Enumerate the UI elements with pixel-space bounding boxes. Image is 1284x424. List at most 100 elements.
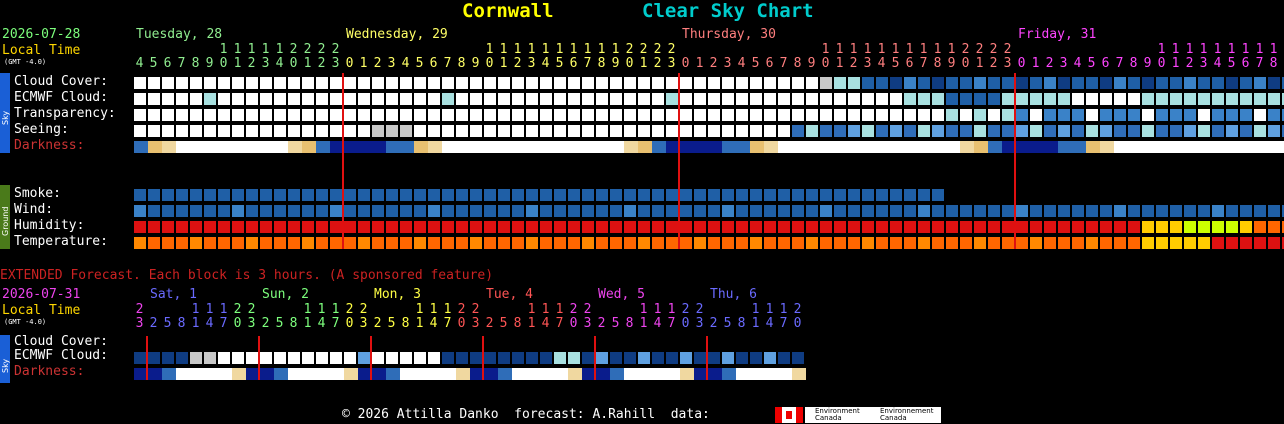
ground-row-0-block [624,189,636,201]
ext-hour-ones-digit: 2 [485,316,494,331]
hour-ones-digit: 2 [373,56,382,71]
sky-row-3-block [218,125,230,137]
ext-cloud-block [624,352,636,364]
sky-row-0-block [596,77,608,89]
ground-row-0-block [778,189,790,201]
ground-row-3-block [484,237,496,249]
sky-row-4-block [708,141,722,153]
ext-cloud-block [400,352,412,364]
sky-row-3-block [554,125,566,137]
ext-hour-ones-digit: 5 [163,316,172,331]
sky-row-1-block [932,93,944,105]
hour-tens-digit: 1 [247,42,256,57]
sky-row-4-block [1156,141,1170,153]
sky-row-2-block [792,109,804,121]
sky-row-4-block [596,141,610,153]
hour-tens-digit: 1 [877,42,886,57]
ground-row-1-block [190,205,202,217]
ground-row-2-block [512,221,524,233]
location-title: Cornwall [462,0,554,22]
ext-darkness-block [302,368,316,380]
ground-row-1-block [512,205,524,217]
ground-row-1-block [176,205,188,217]
hour-ones-digit: 5 [1087,56,1096,71]
ground-row-1-block [1100,205,1112,217]
ext-hour-ones-digit: 1 [191,316,200,331]
sky-row-4-block [610,141,624,153]
ground-row-1-block [792,205,804,217]
ext-darkness-block [638,368,652,380]
ext-cloud-block [512,352,524,364]
hour-ones-digit: 2 [709,56,718,71]
midnight-line [678,73,680,249]
hour-ones-digit: 4 [737,56,746,71]
ground-row-label: Temperature: [14,234,108,249]
ext-cloud-block [288,352,300,364]
ground-row-3-block [1002,237,1014,249]
ground-row-3-block [1016,237,1028,249]
sky-row-3-block [680,125,692,137]
hour-tens-digit: 1 [555,42,564,57]
ground-row-3-block [134,237,146,249]
ext-darkness-block [610,368,624,380]
ground-row-1-block [344,205,356,217]
sky-row-0-block [1226,77,1238,89]
hour-ones-digit: 1 [1031,56,1040,71]
sky-row-2-block [1268,109,1280,121]
hour-ones-digit: 3 [527,56,536,71]
ground-row-0-block [666,189,678,201]
hour-tens-digit: 1 [527,42,536,57]
sky-row-1-block [372,93,384,105]
ext-cloud-block [750,352,762,364]
ground-row-0-block [834,189,846,201]
sky-row-2-block [274,109,286,121]
sky-row-0-block [1072,77,1084,89]
sky-row-0-block [1058,77,1070,89]
hour-ones-digit: 3 [331,56,340,71]
ground-row-2-block [386,221,398,233]
ground-row-1-block [932,205,944,217]
ground-row-2-block [1016,221,1028,233]
ground-row-0-block [736,189,748,201]
sky-row-3-block [414,125,426,137]
sky-row-3-block [1212,125,1224,137]
sky-row-0-block [820,77,832,89]
ground-row-2-block [1268,221,1280,233]
ground-row-0-block [442,189,454,201]
ground-row-3-block [694,237,706,249]
ground-row-0-block [694,189,706,201]
hour-ones-digit: 8 [597,56,606,71]
sky-row-0-block [204,77,216,89]
sky-row-3-block [176,125,188,137]
sky-row-1-block [666,93,678,105]
ground-row-0-block [848,189,860,201]
hour-ones-digit: 1 [1171,56,1180,71]
ground-row-3-block [148,237,160,249]
sky-row-4-block [764,141,778,153]
sky-row-2-block [638,109,650,121]
hour-ones-digit: 2 [1045,56,1054,71]
canada-flag-icon[interactable] [775,407,803,423]
ext-hour-ones-digit: 4 [429,316,438,331]
sky-row-0-block [512,77,524,89]
ground-row-3-block [988,237,1000,249]
hour-tens-digit: 1 [1255,42,1264,57]
ground-row-3-block [624,237,636,249]
ext-hour-ones-digit: 8 [625,316,634,331]
hour-ones-digit: 2 [989,56,998,71]
ground-row-2-block [1086,221,1098,233]
ground-row-3-block [876,237,888,249]
ext-cloud-block [204,352,216,364]
ground-row-1-block [1156,205,1168,217]
sky-row-3-block [1100,125,1112,137]
ext-darkness-block [190,368,204,380]
sky-row-3-block [274,125,286,137]
environment-canada-logo[interactable]: Environment Canada Environnement Canada [805,407,941,423]
sky-row-0-block [722,77,734,89]
sky-row-0-block [1044,77,1056,89]
ground-row-2-block [526,221,538,233]
ground-row-2-block [666,221,678,233]
ext-hour-tens-digit: 1 [779,302,788,317]
ground-row-2-block [456,221,468,233]
ground-row-3-block [428,237,440,249]
